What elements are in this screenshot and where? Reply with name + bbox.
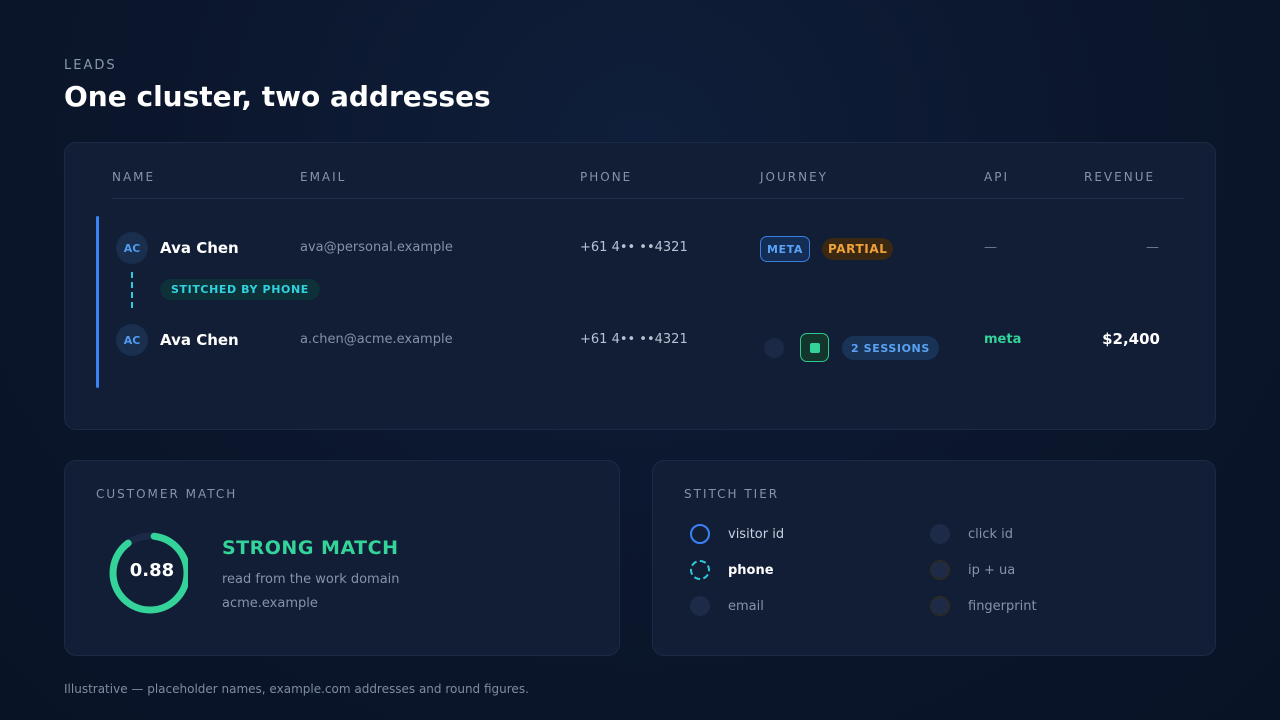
- tier-label: ip + ua: [968, 562, 1016, 578]
- column-header-phone[interactable]: PHONE: [580, 170, 632, 184]
- leads-page: LEADS One cluster, two addresses NAME EM…: [0, 0, 1280, 720]
- lead-phone: +61 4•• ••4321: [580, 332, 688, 347]
- column-header-api[interactable]: API: [984, 170, 1009, 184]
- journey-source-chip[interactable]: META: [760, 236, 810, 262]
- dot-icon: [930, 524, 950, 544]
- journey-step-dot: [764, 338, 784, 358]
- match-description: read from the work domain acme.example: [222, 572, 400, 611]
- tier-label: fingerprint: [968, 598, 1037, 614]
- tier-item-fingerprint: fingerprint: [930, 594, 1037, 618]
- tier-item-visitor-id: visitor id: [690, 522, 784, 546]
- tier-item-click-id: click id: [930, 522, 1013, 546]
- customer-match-label: CUSTOMER MATCH: [96, 487, 238, 501]
- column-header-revenue[interactable]: REVENUE: [1084, 170, 1155, 184]
- dot-icon: [930, 596, 950, 616]
- revenue-value: —: [1146, 240, 1159, 255]
- column-header-name[interactable]: NAME: [112, 170, 155, 184]
- dot-icon: [930, 560, 950, 580]
- lead-email: a.chen@acme.example: [300, 332, 453, 347]
- sessions-badge[interactable]: 2 SESSIONS: [842, 336, 939, 360]
- lead-name[interactable]: Ava Chen: [160, 331, 239, 349]
- stitch-connector-line: [131, 272, 133, 308]
- api-value: meta: [984, 332, 1022, 347]
- journey-status-badge: PARTIAL: [822, 238, 894, 260]
- api-value: —: [984, 240, 997, 255]
- tier-label: visitor id: [728, 526, 785, 542]
- lead-email: ava@personal.example: [300, 240, 453, 255]
- match-verdict: STRONG MATCH: [222, 537, 399, 559]
- stitch-tier-label: STITCH TIER: [684, 487, 780, 501]
- tier-label: phone: [728, 562, 774, 578]
- lead-name[interactable]: Ava Chen: [160, 239, 239, 257]
- header-divider: [112, 198, 1184, 199]
- tier-label: click id: [968, 526, 1014, 542]
- footnote: Illustrative — placeholder names, exampl…: [64, 682, 529, 696]
- cluster-indicator-bar: [96, 216, 99, 388]
- dashed-ring-icon: [690, 560, 710, 580]
- lead-phone: +61 4•• ••4321: [580, 240, 688, 255]
- tier-label: email: [728, 598, 764, 614]
- session-step-icon[interactable]: [800, 333, 829, 362]
- avatar: AC: [116, 232, 148, 264]
- tier-item-phone: phone: [690, 558, 774, 582]
- stitch-badge: STITCHED BY PHONE: [160, 279, 320, 300]
- match-score-value: 0.88: [129, 560, 175, 581]
- tier-item-email: email: [690, 594, 764, 618]
- tier-item-ip-ua: ip + ua: [930, 558, 1015, 582]
- column-header-journey[interactable]: JOURNEY: [760, 170, 828, 184]
- revenue-value: $2,400: [1102, 330, 1160, 348]
- page-eyebrow: LEADS: [64, 58, 117, 73]
- ring-icon: [690, 524, 710, 544]
- column-header-email[interactable]: EMAIL: [300, 170, 346, 184]
- page-title: One cluster, two addresses: [64, 80, 491, 113]
- avatar: AC: [116, 324, 148, 356]
- dot-icon: [690, 596, 710, 616]
